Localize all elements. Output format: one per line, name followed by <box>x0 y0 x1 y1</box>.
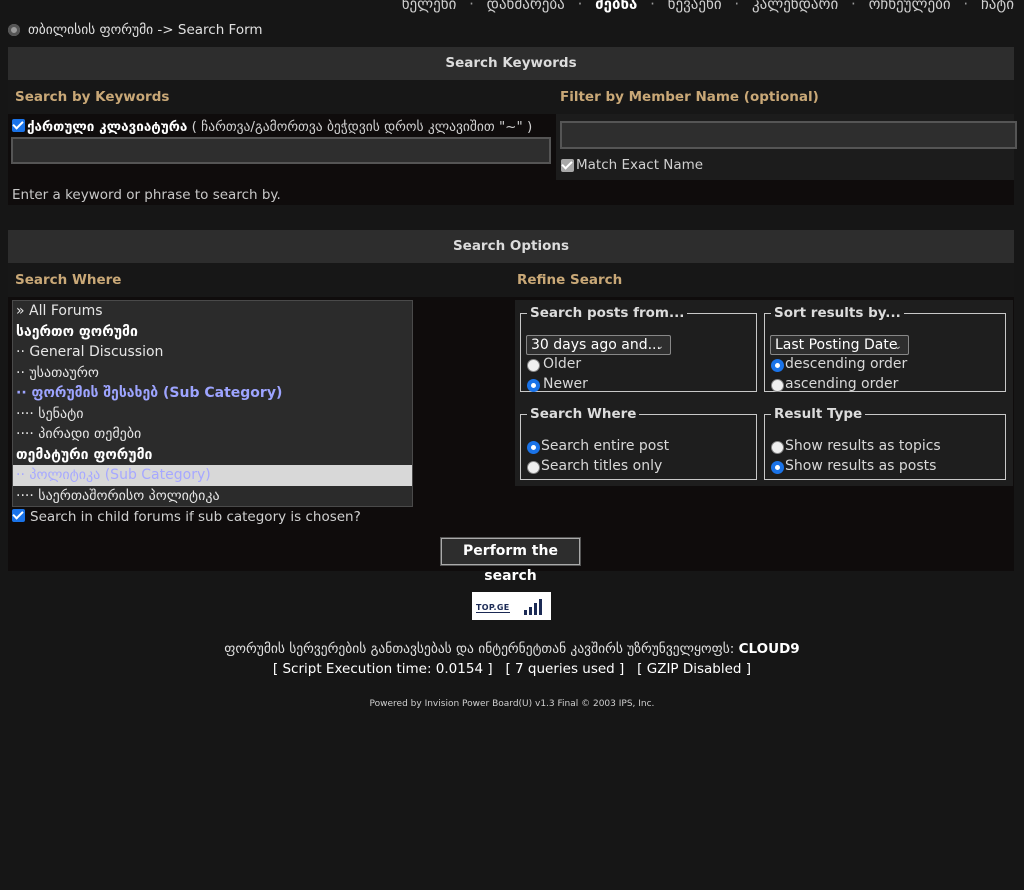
breadcrumb-forum-link[interactable]: თბილისის ფორუმი <box>28 22 153 38</box>
search-entire-radio[interactable] <box>527 441 540 454</box>
search-keywords-header: Search Keywords <box>8 47 1014 80</box>
older-label: Older <box>543 356 582 372</box>
logo-bar-icon <box>539 599 542 615</box>
nav-item-search[interactable]: ძებნა <box>595 0 637 13</box>
powered-by: Powered by Invision Power Board(U) v1.3 … <box>369 699 655 709</box>
forum-option-selected[interactable]: ·· პოლიტიკა (Sub Category) <box>13 465 412 486</box>
search-by-keywords-title: Search by Keywords <box>15 89 170 105</box>
georgian-keyboard-checkbox[interactable] <box>12 119 25 132</box>
descending-radio[interactable] <box>771 359 784 372</box>
child-forums-checkbox[interactable] <box>12 509 25 522</box>
topge-logo-text: TOP.GE <box>476 603 510 613</box>
forum-option[interactable]: ·· უსათაურო <box>13 363 412 384</box>
descending-label: descending order <box>785 356 908 372</box>
posts-from-select[interactable]: 30 days ago and... ⌄ <box>526 335 671 355</box>
forum-option[interactable]: ···· სენატი <box>13 404 412 425</box>
logo-bar-icon <box>529 607 532 615</box>
posts-from-legend: Search posts from... <box>530 305 685 321</box>
match-exact-label: Match Exact Name <box>576 157 704 173</box>
member-name-input[interactable] <box>560 121 1017 149</box>
forum-option[interactable]: ·· ფორუმის შესახებ (Sub Category) <box>13 383 412 404</box>
keyword-input[interactable] <box>11 137 551 164</box>
nav-item-members[interactable]: ხევაეხი <box>668 0 722 13</box>
forum-option[interactable]: ···· საერთაშორისო პოლიტიკა <box>13 486 412 507</box>
perform-search-button[interactable]: Perform the search <box>440 537 581 584</box>
georgian-keyboard-label: ქართული კლავიატურა ( ჩართვა/გამორთვა ბეჭ… <box>27 119 533 135</box>
search-options-panel: Search Options Search Where Refine Searc… <box>8 230 1014 571</box>
nav-item-home[interactable]: ხელეხი <box>402 0 457 13</box>
forum-option[interactable]: თემატური ფორუმი <box>13 445 412 466</box>
logo-bar-icon <box>534 603 537 615</box>
forum-option[interactable]: » All Forums <box>13 301 412 322</box>
sort-by-legend: Sort results by... <box>774 305 901 321</box>
search-options-header: Search Options <box>8 230 1014 263</box>
nav-item-online[interactable]: ოჩხეულები <box>869 0 951 13</box>
search-titles-radio[interactable] <box>527 461 540 474</box>
top-navigation: ხელეხი · დახმარება · ძებნა · ხევაეხი · კ… <box>394 0 1014 13</box>
nav-separator: · <box>650 0 655 13</box>
search-titles-label: Search titles only <box>541 458 663 474</box>
show-topics-label: Show results as topics <box>785 438 941 454</box>
forum-option[interactable]: ···· პირადი თემები <box>13 424 412 445</box>
show-posts-radio[interactable] <box>771 461 784 474</box>
topge-logo[interactable]: TOP.GE <box>472 592 551 620</box>
ascending-radio[interactable] <box>771 379 784 392</box>
refine-search-title: Refine Search <box>517 272 623 288</box>
nav-separator: · <box>963 0 969 13</box>
child-forums-label: Search in child forums if sub category i… <box>30 509 361 525</box>
script-stats: [ Script Execution time: 0.0154 ] [ 7 qu… <box>272 661 752 677</box>
match-exact-checkbox[interactable] <box>561 159 574 172</box>
breadcrumb: თბილისის ფორუმი -> Search Form <box>8 22 263 38</box>
hosting-brand[interactable]: CLOUD9 <box>739 641 800 657</box>
logo-bar-icon <box>524 610 527 615</box>
keyword-help-text: Enter a keyword or phrase to search by. <box>12 187 281 203</box>
ascending-label: ascending order <box>785 376 899 392</box>
breadcrumb-current: Search Form <box>177 22 263 38</box>
nav-item-chat[interactable]: ჩატი <box>981 0 1014 13</box>
options-subheader-row <box>8 263 1014 297</box>
newer-radio[interactable] <box>527 379 540 392</box>
search-where-title: Search Where <box>15 272 122 288</box>
filter-member-title: Filter by Member Name (optional) <box>560 89 819 105</box>
chevron-down-icon: ⌄ <box>893 341 902 352</box>
breadcrumb-separator: -> <box>153 22 178 38</box>
forum-dot-icon <box>8 24 20 36</box>
nav-item-help[interactable]: დახმარება <box>487 0 565 13</box>
hosting-credit: ფორუმის სერვერების განთავსებას და ინტერნ… <box>224 641 800 657</box>
search-keywords-panel: Search Keywords Search by Keywords Filte… <box>8 47 1017 205</box>
search-where-legend: Search Where <box>530 406 637 422</box>
sort-by-select[interactable]: Last Posting Date ⌄ <box>770 335 909 355</box>
show-topics-radio[interactable] <box>771 441 784 454</box>
forum-option[interactable]: საერთო ფორუმი <box>13 322 412 343</box>
nav-item-calendar[interactable]: კალენდარი <box>752 0 838 13</box>
older-radio[interactable] <box>527 359 540 372</box>
nav-separator: · <box>469 0 474 13</box>
chevron-down-icon: ⌄ <box>655 341 664 352</box>
nav-separator: · <box>577 0 583 13</box>
newer-label: Newer <box>543 376 588 392</box>
result-type-legend: Result Type <box>774 406 863 422</box>
forum-select-list[interactable]: » All Forums საერთო ფორუმი ·· General Di… <box>12 300 413 507</box>
nav-separator: · <box>851 0 856 13</box>
show-posts-label: Show results as posts <box>785 458 937 474</box>
search-entire-label: Search entire post <box>541 438 670 454</box>
forum-option[interactable]: ·· General Discussion <box>13 342 412 363</box>
refine-search-box: Search posts from... 30 days ago and... ⌄… <box>515 300 1013 486</box>
nav-separator: · <box>734 0 740 13</box>
